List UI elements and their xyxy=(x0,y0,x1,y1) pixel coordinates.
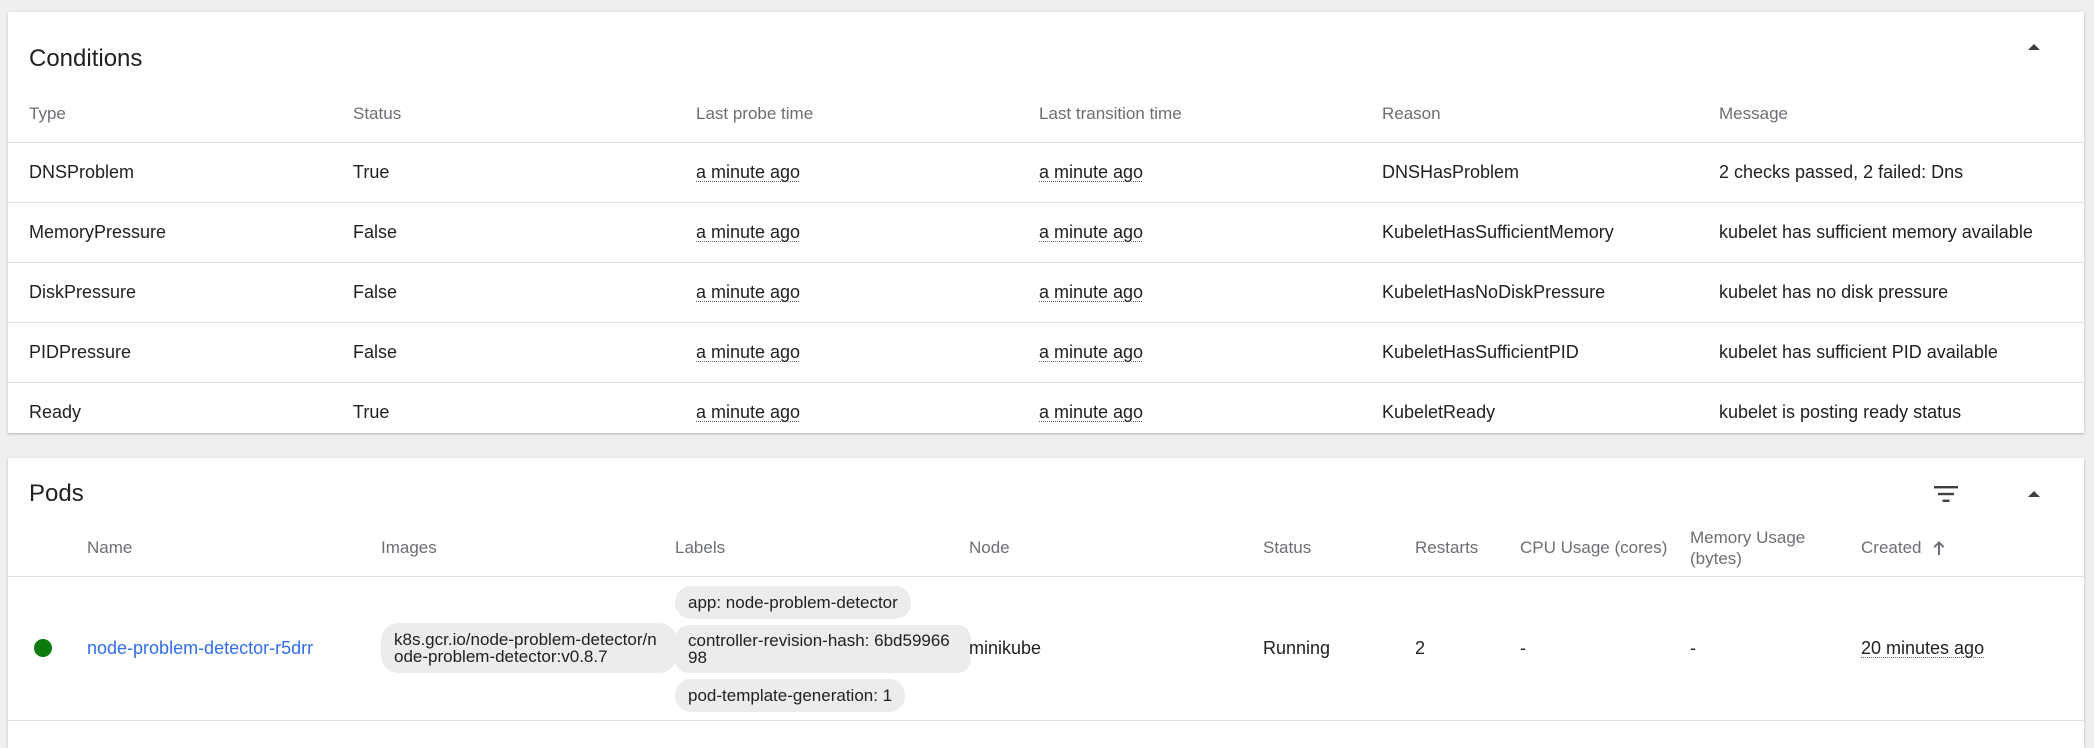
column-header-status: Status xyxy=(1263,537,1312,557)
pods-header-row: Name Images Labels Node Status Restarts … xyxy=(8,520,2084,576)
conditions-header-row: Type Status Last probe time Last transit… xyxy=(8,87,2084,142)
relative-time[interactable]: a minute ago xyxy=(696,282,800,302)
table-row: DiskPressure False a minute ago a minute… xyxy=(8,262,2084,322)
status-running-dot xyxy=(34,639,52,657)
relative-time[interactable]: a minute ago xyxy=(1039,342,1143,362)
arrow-up-icon xyxy=(1933,540,1945,555)
pod-memory-usage: - xyxy=(1690,637,1696,658)
pods-title: Pods xyxy=(29,480,84,507)
relative-time[interactable]: a minute ago xyxy=(1039,402,1143,422)
filter-button[interactable] xyxy=(1926,474,1966,514)
condition-message: kubelet has sufficient PID available xyxy=(1719,341,1998,362)
relative-time[interactable]: a minute ago xyxy=(696,162,800,182)
table-row: Ready True a minute ago a minute ago Kub… xyxy=(8,382,2084,433)
condition-reason: KubeletHasNoDiskPressure xyxy=(1382,281,1606,302)
column-header-name: Name xyxy=(87,537,133,557)
condition-message: kubelet has no disk pressure xyxy=(1719,281,1949,302)
relative-time[interactable]: a minute ago xyxy=(1039,162,1143,182)
condition-status: False xyxy=(353,341,398,362)
label-chip: pod-template-generation: 1 xyxy=(675,679,906,712)
condition-type: MemoryPressure xyxy=(29,221,167,242)
column-header-last-transition-time: Last transition time xyxy=(1039,104,1182,124)
pod-images-cell: k8s.gcr.io/node-problem-detector/node-pr… xyxy=(381,576,677,720)
condition-reason: KubeletHasSufficientPID xyxy=(1382,341,1579,362)
condition-status: True xyxy=(353,401,390,422)
column-header-labels: Labels xyxy=(675,537,726,557)
relative-time[interactable]: 20 minutes ago xyxy=(1861,638,1984,658)
condition-reason: KubeletHasSufficientMemory xyxy=(1382,221,1614,242)
pod-restarts: 2 xyxy=(1415,637,1426,658)
condition-message: 2 checks passed, 2 failed: Dns xyxy=(1719,161,1964,182)
created-label: Created xyxy=(1861,537,1922,557)
column-header-images: Images xyxy=(381,537,437,557)
column-header-last-probe-time: Last probe time xyxy=(696,104,814,124)
conditions-collapse-button[interactable] xyxy=(2014,27,2054,67)
condition-type: DiskPressure xyxy=(29,281,137,302)
pod-node: minikube xyxy=(969,637,1042,658)
condition-type: PIDPressure xyxy=(29,341,132,362)
relative-time[interactable]: a minute ago xyxy=(696,222,800,242)
pods-header: Pods xyxy=(8,458,2084,520)
condition-status: False xyxy=(353,281,398,302)
condition-probe-time: a minute ago xyxy=(696,202,1039,262)
label-chip: app: node-problem-detector xyxy=(675,586,911,619)
column-header-node: Node xyxy=(969,537,1010,557)
condition-type: Ready xyxy=(29,401,82,422)
column-header-status-indicator xyxy=(8,520,87,576)
column-header-status: Status xyxy=(353,104,402,124)
column-header-type: Type xyxy=(29,104,66,124)
relative-time[interactable]: a minute ago xyxy=(696,342,800,362)
table-row: node-problem-detector-r5drr k8s.gcr.io/n… xyxy=(8,576,2084,720)
conditions-card: Conditions Type Status Last probe time L… xyxy=(8,12,2084,433)
condition-transition-time: a minute ago xyxy=(1039,382,1382,433)
condition-probe-time: a minute ago xyxy=(696,262,1039,322)
pod-status-cell xyxy=(8,576,87,720)
relative-time[interactable]: a minute ago xyxy=(696,402,800,422)
image-chip: k8s.gcr.io/node-problem-detector/node-pr… xyxy=(381,623,677,673)
column-header-cpu-usage: CPU Usage (cores) xyxy=(1520,537,1668,557)
conditions-header: Conditions xyxy=(8,12,2084,80)
condition-message: kubelet is posting ready status xyxy=(1719,401,1962,422)
pods-collapse-button[interactable] xyxy=(2014,474,2054,514)
condition-transition-time: a minute ago xyxy=(1039,202,1382,262)
column-header-restarts: Restarts xyxy=(1415,537,1479,557)
column-header-reason: Reason xyxy=(1382,104,1441,124)
pods-table: Name Images Labels Node Status Restarts … xyxy=(8,520,2084,721)
chevron-up-icon xyxy=(2028,44,2040,50)
condition-transition-time: a minute ago xyxy=(1039,322,1382,382)
condition-type: DNSProblem xyxy=(29,161,135,182)
condition-reason: DNSHasProblem xyxy=(1382,161,1520,182)
label-chip: controller-revision-hash: 6bd5996698 xyxy=(675,625,971,673)
column-header-memory-usage: Memory Usage (bytes) xyxy=(1690,520,1861,576)
table-row: MemoryPressure False a minute ago a minu… xyxy=(8,202,2084,262)
relative-time[interactable]: a minute ago xyxy=(1039,282,1143,302)
column-header-created[interactable]: Created xyxy=(1861,520,2084,576)
conditions-title: Conditions xyxy=(29,45,143,72)
pod-created-cell: 20 minutes ago xyxy=(1861,576,2084,720)
condition-status: False xyxy=(353,221,398,242)
condition-probe-time: a minute ago xyxy=(696,142,1039,202)
column-header-message: Message xyxy=(1719,104,1788,124)
pods-card: Pods Name Images Labels Node Status Rest… xyxy=(8,458,2084,748)
condition-probe-time: a minute ago xyxy=(696,322,1039,382)
pod-status: Running xyxy=(1263,637,1331,658)
filter-icon xyxy=(1934,486,1958,502)
memory-usage-unit: (bytes) xyxy=(1690,548,1742,568)
relative-time[interactable]: a minute ago xyxy=(1039,222,1143,242)
conditions-table: Type Status Last probe time Last transit… xyxy=(8,87,2084,433)
pod-labels-cell: app: node-problem-detector controller-re… xyxy=(675,576,971,720)
condition-transition-time: a minute ago xyxy=(1039,262,1382,322)
table-row: PIDPressure False a minute ago a minute … xyxy=(8,322,2084,382)
condition-reason: KubeletReady xyxy=(1382,401,1496,422)
condition-status: True xyxy=(353,161,390,182)
pod-name-link[interactable]: node-problem-detector-r5drr xyxy=(87,638,313,658)
pod-cpu-usage: - xyxy=(1520,637,1526,658)
pod-name-cell: node-problem-detector-r5drr xyxy=(87,576,381,720)
chevron-up-icon xyxy=(2028,491,2040,497)
condition-probe-time: a minute ago xyxy=(696,382,1039,433)
memory-usage-label: Memory Usage xyxy=(1690,527,1806,547)
condition-transition-time: a minute ago xyxy=(1039,142,1382,202)
condition-message: kubelet has sufficient memory available xyxy=(1719,221,2033,242)
table-row: DNSProblem True a minute ago a minute ag… xyxy=(8,142,2084,202)
